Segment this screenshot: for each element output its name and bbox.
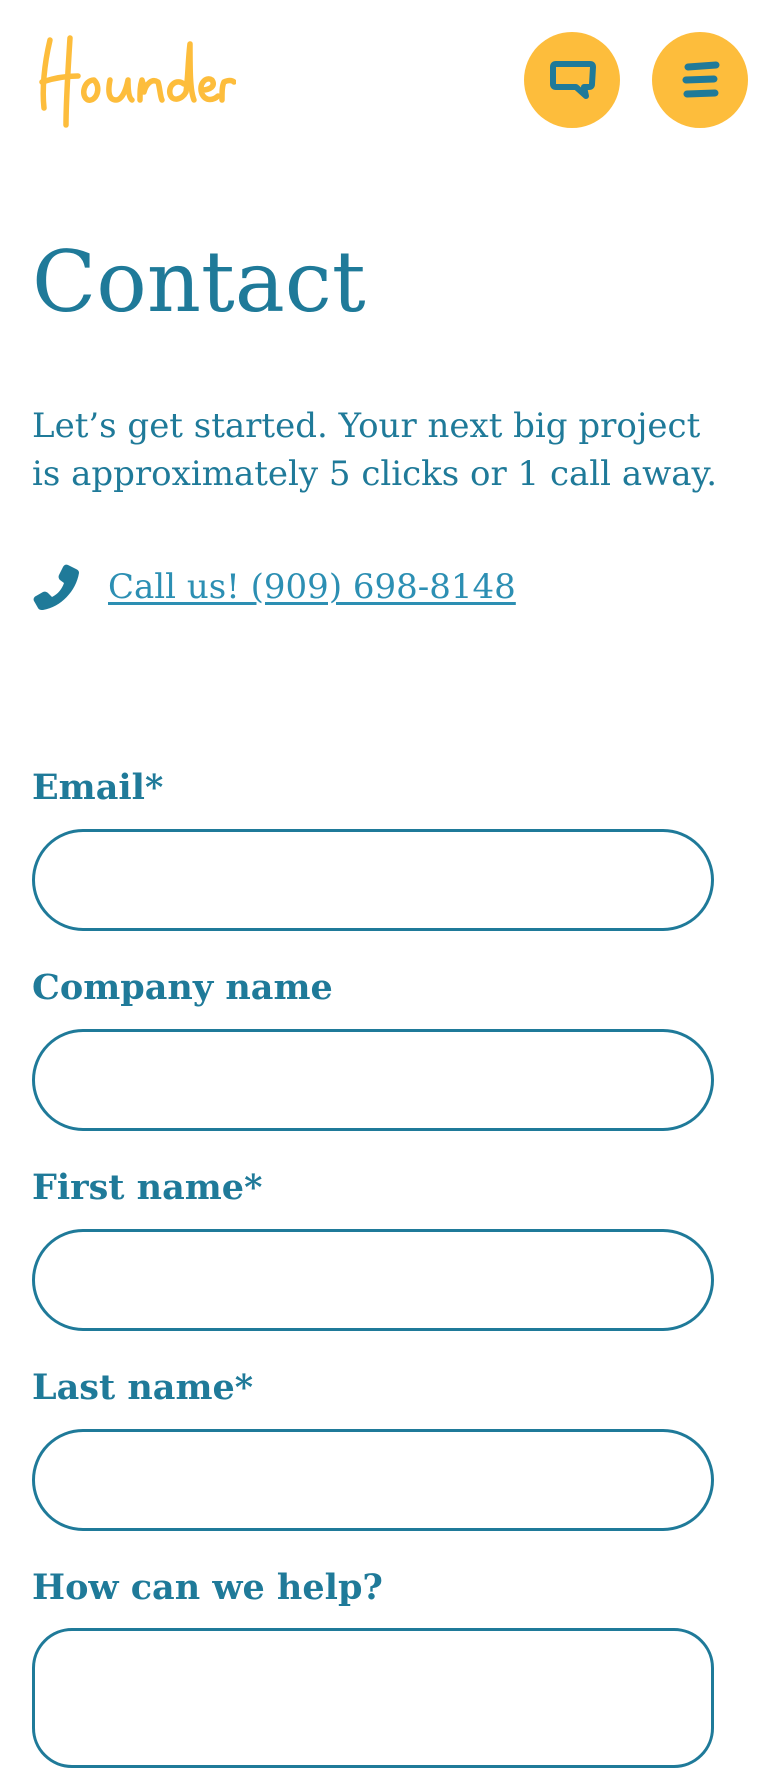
chat-bubble-icon [550, 61, 596, 99]
first-name-field[interactable] [32, 1229, 714, 1331]
phone-contact: Call us! (909) 698-8148 [32, 562, 516, 612]
company-name-label: Company name [32, 967, 333, 1008]
hounder-logo[interactable] [36, 30, 237, 130]
hamburger-menu-icon [682, 61, 720, 98]
hounder-logo-graphic [39, 35, 237, 128]
phone-icon [32, 563, 80, 611]
page-title: Contact [32, 233, 366, 331]
call-us-link[interactable]: Call us! (909) 698-8148 [108, 567, 516, 607]
email-label: Email* [32, 767, 164, 808]
last-name-field[interactable] [32, 1429, 714, 1531]
site-header [0, 0, 780, 150]
intro-text: Let’s get started. Your next big project… [32, 406, 717, 494]
last-name-label: Last name* [32, 1367, 254, 1408]
menu-button[interactable] [652, 32, 748, 128]
how-can-we-help-label: How can we help? [32, 1567, 383, 1608]
how-can-we-help-field[interactable] [32, 1628, 714, 1768]
chat-button[interactable] [524, 32, 620, 128]
company-name-field[interactable] [32, 1029, 714, 1131]
first-name-label: First name* [32, 1167, 263, 1208]
email-field[interactable] [32, 829, 714, 931]
